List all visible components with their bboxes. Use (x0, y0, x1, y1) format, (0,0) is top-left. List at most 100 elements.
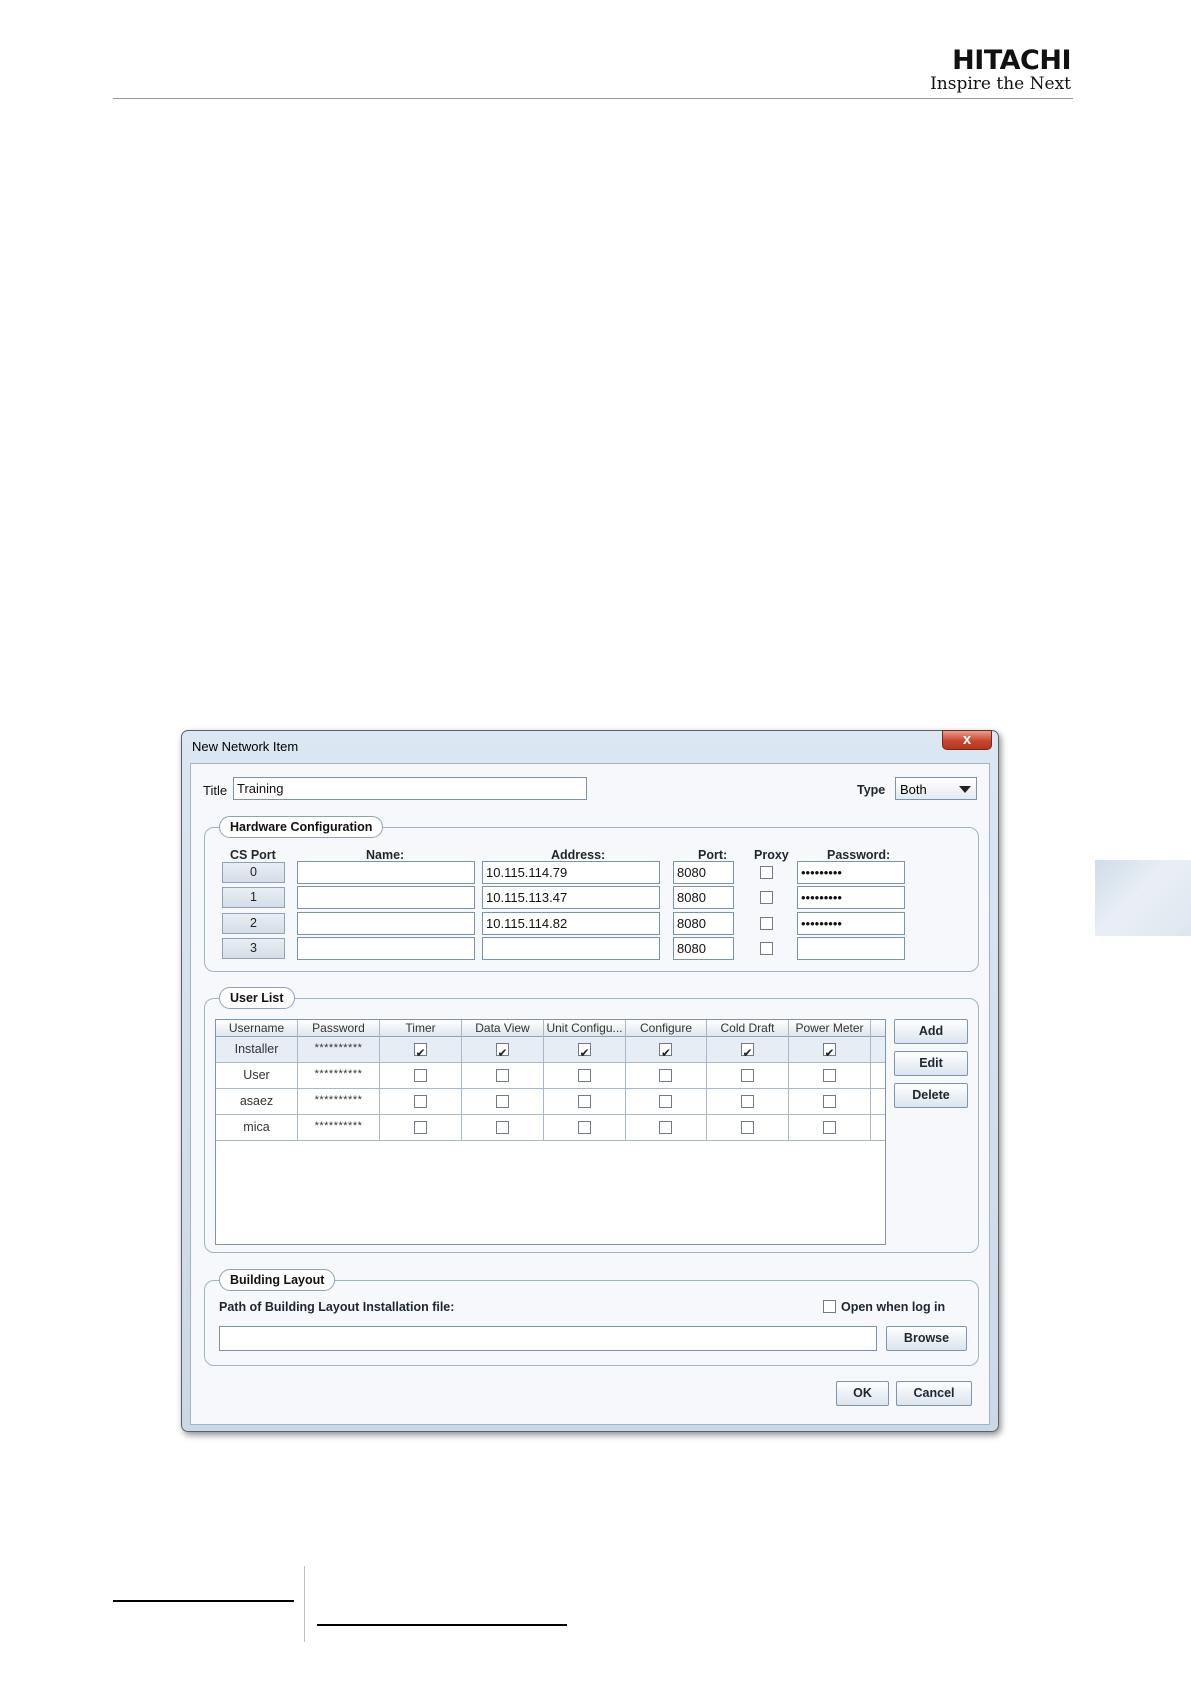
column-header[interactable]: Unit Configu... (544, 1020, 626, 1037)
permission-checkbox[interactable] (495, 1121, 509, 1134)
close-button[interactable]: x (942, 730, 992, 750)
hw-address-input-1[interactable] (482, 886, 660, 909)
column-header[interactable]: Configure (626, 1020, 707, 1037)
edit-user-button[interactable]: Edit (894, 1051, 968, 1076)
permission-checkbox[interactable] (577, 1041, 591, 1066)
permission-cell (626, 1089, 707, 1114)
hw-port-input-0[interactable] (673, 861, 734, 884)
permission-checkbox[interactable] (822, 1041, 836, 1066)
table-row[interactable]: mica ********** (216, 1115, 885, 1141)
permission-cell (707, 1115, 789, 1140)
permission-checkbox[interactable] (413, 1095, 427, 1108)
hw-password-input-1[interactable] (797, 886, 905, 909)
cs-port-3: 3 (222, 938, 285, 959)
cs-port-header: CS Port (230, 848, 276, 862)
user-table-header: Username Password Timer Data View Unit Confi… (216, 1020, 885, 1037)
permission-cell (544, 1115, 626, 1140)
permission-checkbox[interactable] (740, 1095, 754, 1108)
permission-cell (626, 1115, 707, 1140)
hw-address-input-2[interactable] (482, 912, 660, 935)
add-user-button[interactable]: Add (894, 1019, 968, 1044)
hw-name-input-1[interactable] (297, 886, 475, 909)
permission-checkbox[interactable] (495, 1069, 509, 1082)
permission-checkbox[interactable] (740, 1121, 754, 1134)
hw-proxy-checkbox-2[interactable] (760, 917, 773, 930)
permission-cell (462, 1089, 544, 1114)
permission-checkbox[interactable] (659, 1041, 672, 1066)
hw-port-input-3[interactable] (673, 937, 734, 960)
table-row[interactable]: asaez ********** (216, 1089, 885, 1115)
delete-user-button[interactable]: Delete (894, 1083, 968, 1108)
column-header[interactable]: Data View (462, 1020, 544, 1037)
hw-name-input-0[interactable] (297, 861, 475, 884)
user-table[interactable]: Username Password Timer Data View Unit Confi… (215, 1019, 886, 1245)
hw-proxy-checkbox-0[interactable] (760, 866, 773, 879)
building-path-input[interactable] (219, 1326, 877, 1351)
password-cell: ********** (298, 1037, 380, 1062)
permission-checkbox[interactable] (577, 1069, 591, 1082)
cs-port-1: 1 (222, 887, 285, 908)
hw-address-input-0[interactable] (482, 861, 660, 884)
permission-cell (380, 1115, 462, 1140)
hw-name-input-2[interactable] (297, 912, 475, 935)
table-row[interactable]: User ********** (216, 1063, 885, 1089)
name-header: Name: (366, 848, 405, 862)
hw-port-input-1[interactable] (673, 886, 734, 909)
permission-checkbox[interactable] (822, 1069, 836, 1082)
browse-button[interactable]: Browse (886, 1326, 967, 1351)
column-header[interactable]: Cold Draft (707, 1020, 789, 1037)
permission-checkbox[interactable] (659, 1095, 672, 1108)
column-header[interactable]: Power Meter (789, 1020, 871, 1037)
building-path-label: Path of Building Layout Installation fil… (219, 1300, 455, 1314)
column-header[interactable]: Timer (380, 1020, 462, 1037)
type-label: Type (857, 783, 886, 797)
building-layout-title: Building Layout (219, 1269, 336, 1291)
permission-checkbox[interactable] (577, 1121, 591, 1134)
permission-checkbox[interactable] (413, 1069, 427, 1082)
cs-port-0: 0 (222, 862, 285, 883)
chapter-side-tab (1095, 860, 1191, 936)
table-row[interactable]: Installer ********** (216, 1037, 885, 1066)
open-when-log-in-checkbox[interactable] (823, 1300, 836, 1313)
hw-password-input-0[interactable] (797, 861, 905, 884)
cancel-button[interactable]: Cancel (896, 1381, 972, 1406)
address-header: Address: (551, 848, 606, 862)
footer-rule-right (317, 1624, 567, 1626)
title-input[interactable] (233, 777, 587, 800)
hw-name-input-3[interactable] (297, 937, 475, 960)
permission-checkbox[interactable] (740, 1069, 754, 1082)
hw-password-input-2[interactable] (797, 912, 905, 935)
password-cell: ********** (298, 1063, 380, 1088)
hw-proxy-checkbox-3[interactable] (760, 942, 773, 955)
permission-cell (707, 1037, 789, 1066)
column-header[interactable]: Password (298, 1020, 380, 1037)
hw-port-input-2[interactable] (673, 912, 734, 935)
username-cell: User (216, 1063, 298, 1088)
password-cell: ********** (298, 1089, 380, 1114)
proxy-header: Proxy (754, 848, 789, 862)
permission-checkbox[interactable] (740, 1041, 754, 1066)
permission-checkbox[interactable] (577, 1095, 591, 1108)
permission-checkbox[interactable] (822, 1121, 836, 1134)
hw-password-input-3[interactable] (797, 937, 905, 960)
permission-checkbox[interactable] (659, 1069, 672, 1082)
hw-proxy-checkbox-1[interactable] (760, 891, 773, 904)
permission-cell (380, 1063, 462, 1088)
close-icon: x (962, 731, 972, 748)
type-select[interactable]: Both (895, 777, 977, 800)
permission-cell (707, 1063, 789, 1088)
hw-address-input-3[interactable] (482, 937, 660, 960)
permission-checkbox[interactable] (659, 1121, 672, 1134)
permission-checkbox[interactable] (413, 1041, 427, 1066)
column-header[interactable]: Username (216, 1020, 298, 1037)
permission-checkbox[interactable] (495, 1095, 509, 1108)
dialog-title: New Network Item (192, 739, 299, 754)
chevron-down-icon[interactable] (959, 786, 971, 793)
permission-cell (462, 1063, 544, 1088)
permission-cell (380, 1037, 462, 1066)
permission-checkbox[interactable] (495, 1041, 509, 1066)
ok-button[interactable]: OK (836, 1381, 889, 1406)
permission-checkbox[interactable] (413, 1121, 427, 1134)
permission-checkbox[interactable] (822, 1095, 836, 1108)
password-header: Password: (827, 848, 891, 862)
